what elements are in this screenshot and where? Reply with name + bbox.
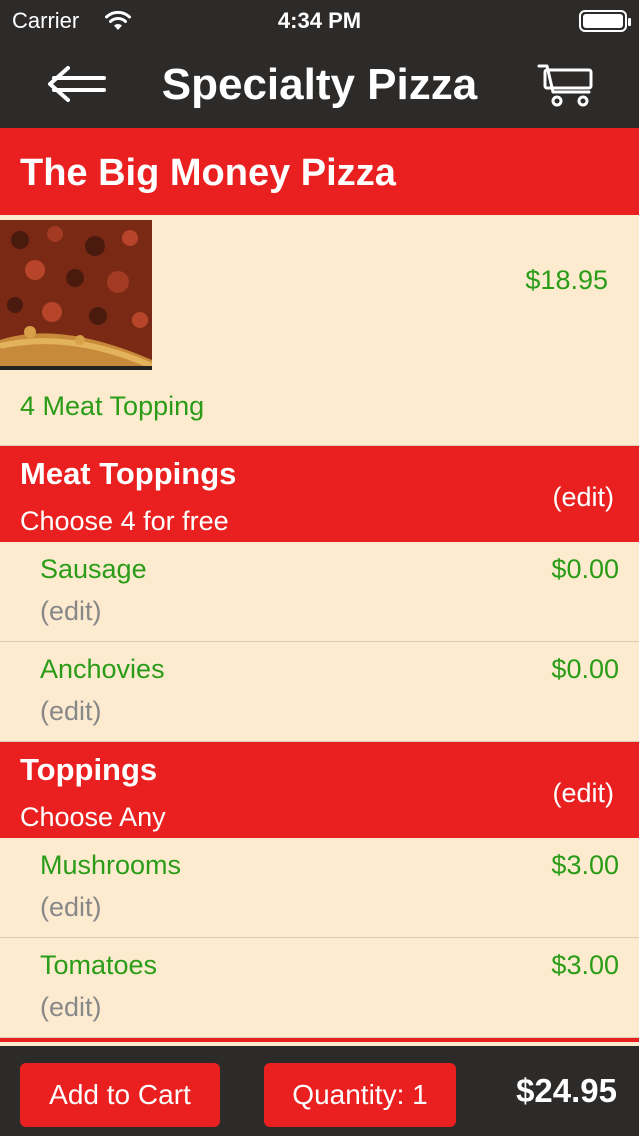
topping-price: $3.00: [551, 950, 619, 980]
bottom-bar: Add to Cart Quantity: 1 $24.95: [0, 1046, 639, 1136]
topping-row-mushrooms[interactable]: Mushrooms $3.00 (edit): [0, 838, 639, 938]
topping-edit-link[interactable]: (edit): [40, 696, 102, 727]
pizza-name: The Big Money Pizza: [0, 128, 639, 215]
topping-name: Mushrooms: [40, 850, 182, 880]
topping-name: Sausage: [40, 554, 147, 584]
section-divider: [0, 1038, 639, 1042]
pizza-image: [0, 220, 152, 370]
topping-edit-link[interactable]: (edit): [40, 596, 102, 627]
pizza-price: $18.95: [525, 265, 608, 295]
topping-row-tomatoes[interactable]: Tomatoes $3.00 (edit): [0, 938, 639, 1038]
pizza-description: 4 Meat Topping: [20, 391, 205, 421]
section-title: Toppings: [20, 752, 158, 787]
topping-price: $0.00: [551, 554, 619, 584]
section-subtitle: Choose 4 for free: [20, 506, 229, 536]
topping-row-anchovies[interactable]: Anchovies $0.00 (edit): [0, 642, 639, 742]
pizza-card: $18.95 4 Meat Topping: [0, 215, 639, 446]
topping-name: Tomatoes: [40, 950, 158, 980]
nav-bar: Specialty Pizza: [0, 44, 639, 128]
section-header-toppings[interactable]: Toppings Choose Any (edit): [0, 742, 639, 838]
section-title: Meat Toppings: [20, 456, 237, 491]
cart-icon[interactable]: [537, 62, 595, 108]
add-to-cart-button[interactable]: Add to Cart: [20, 1063, 220, 1127]
topping-name: Anchovies: [40, 654, 165, 684]
topping-price: $0.00: [551, 654, 619, 684]
section-subtitle: Choose Any: [20, 802, 166, 832]
section-header-meat-toppings[interactable]: Meat Toppings Choose 4 for free (edit): [0, 446, 639, 542]
topping-edit-link[interactable]: (edit): [40, 892, 102, 923]
order-total: $24.95: [516, 1072, 617, 1109]
status-bar: Carrier 4:34 PM: [0, 0, 639, 44]
battery-icon: [579, 10, 631, 32]
status-time: 4:34 PM: [277, 8, 362, 33]
topping-row-sausage[interactable]: Sausage $0.00 (edit): [0, 542, 639, 642]
section-edit-link[interactable]: (edit): [552, 778, 614, 809]
topping-edit-link[interactable]: (edit): [40, 992, 102, 1023]
quantity-button[interactable]: Quantity: 1: [264, 1063, 456, 1127]
section-edit-link[interactable]: (edit): [552, 482, 614, 513]
content-scroll[interactable]: The Big Money Pizza $18.95 4 Meat Toppin…: [0, 128, 639, 1046]
topping-price: $3.00: [551, 850, 619, 880]
